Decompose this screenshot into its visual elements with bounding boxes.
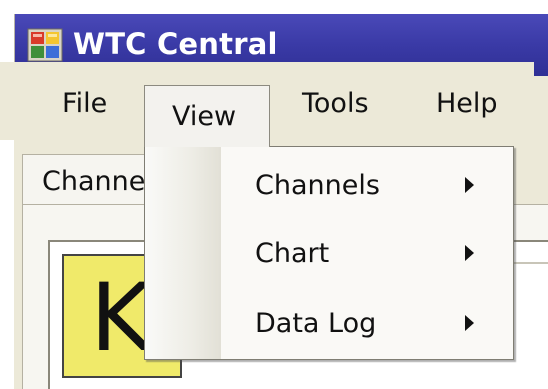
menu-file[interactable]: File xyxy=(62,84,107,124)
channel-badge-letter: K xyxy=(90,264,152,373)
menu-item-data-log-label: Data Log xyxy=(255,308,377,339)
app-grid-icon xyxy=(27,28,63,62)
view-menu-dropdown: Channels Chart Data Log xyxy=(144,146,514,360)
menu-item-channels[interactable]: Channels xyxy=(221,157,513,215)
window-title: WTC Central xyxy=(73,27,278,61)
menu-item-chart-label: Chart xyxy=(255,238,330,269)
menu-tools[interactable]: Tools xyxy=(302,84,369,124)
menu-item-channels-label: Channels xyxy=(255,170,380,201)
submenu-arrow-icon xyxy=(465,245,474,261)
menu-view-label: View xyxy=(172,101,237,132)
menu-item-chart[interactable]: Chart xyxy=(221,225,513,283)
submenu-arrow-icon xyxy=(465,315,474,331)
menu-icon-gutter xyxy=(145,147,221,359)
tab-channels-label: Channels xyxy=(42,166,152,197)
submenu-arrow-icon xyxy=(465,177,474,193)
menu-item-data-log[interactable]: Data Log xyxy=(221,295,513,353)
menu-help[interactable]: Help xyxy=(436,84,498,124)
menu-view[interactable]: View xyxy=(144,85,270,147)
